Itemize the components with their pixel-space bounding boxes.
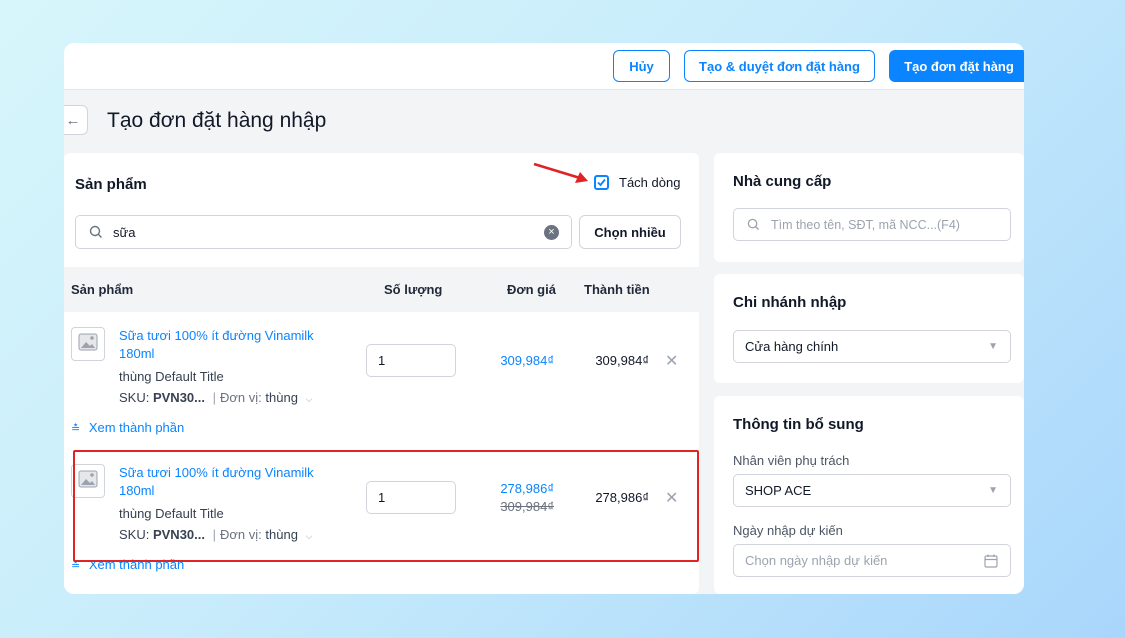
arrow-annotation <box>533 162 588 183</box>
